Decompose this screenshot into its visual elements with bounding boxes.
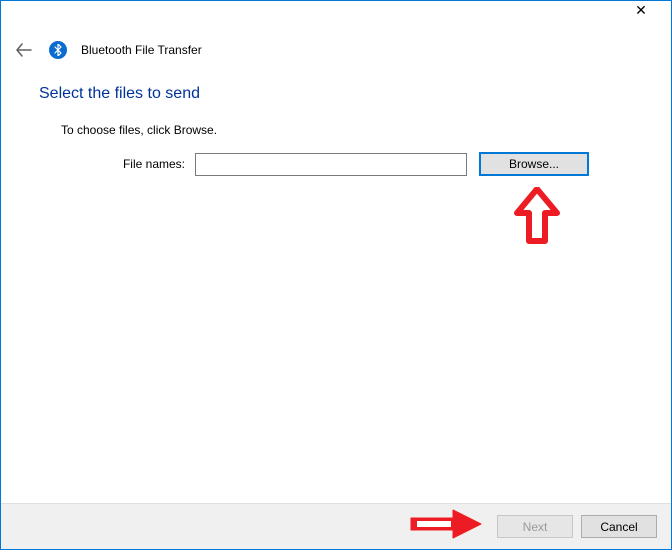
close-button[interactable]: ✕: [619, 3, 663, 23]
back-button[interactable]: [15, 41, 33, 59]
bluetooth-icon: [49, 41, 67, 59]
instruction-text: To choose files, click Browse.: [61, 123, 217, 137]
file-names-row: File names: Browse...: [61, 152, 627, 176]
header: Bluetooth File Transfer: [15, 38, 657, 62]
app-title: Bluetooth File Transfer: [81, 43, 202, 57]
file-names-label: File names:: [61, 157, 195, 171]
cancel-button[interactable]: Cancel: [581, 515, 657, 538]
file-names-input[interactable]: [195, 153, 467, 176]
page-heading: Select the files to send: [39, 85, 200, 103]
next-button: Next: [497, 515, 573, 538]
wizard-footer: Next Cancel: [1, 503, 671, 549]
annotation-arrow-up: [513, 187, 561, 249]
browse-button[interactable]: Browse...: [479, 152, 589, 176]
